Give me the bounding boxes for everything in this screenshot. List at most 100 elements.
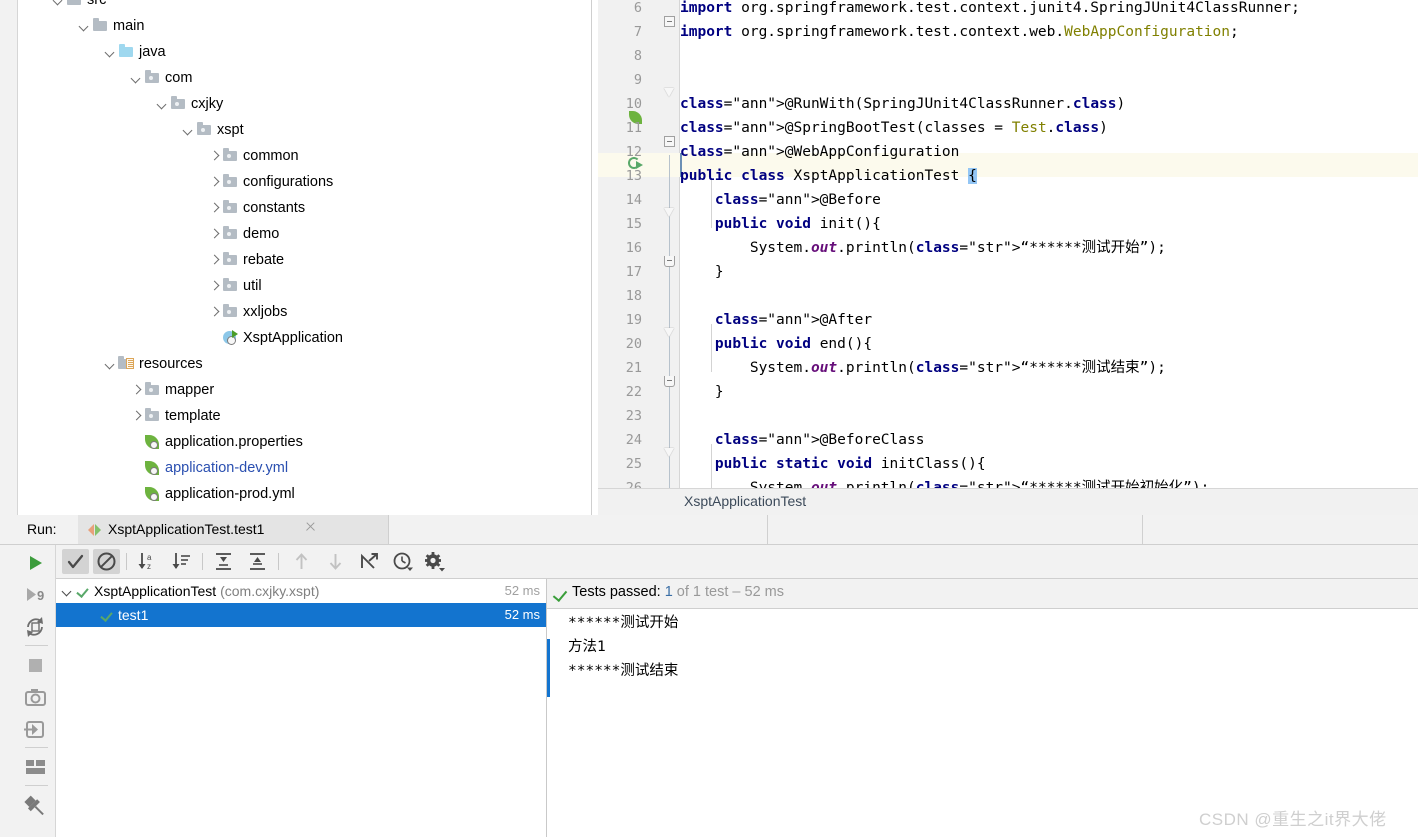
tree-item-resources[interactable]: resources xyxy=(18,351,577,377)
tree-item-cxjky[interactable]: cxjky xyxy=(18,91,577,117)
fold-marker-icon[interactable] xyxy=(664,256,675,267)
editor-fold-markers[interactable] xyxy=(658,0,680,488)
pin-tab-icon[interactable] xyxy=(18,791,55,823)
editor-code-line[interactable]: class="ann">@SpringBootTest(classes = Te… xyxy=(680,116,1418,140)
sort-by-duration-button[interactable] xyxy=(168,549,195,574)
editor-code-line[interactable] xyxy=(680,44,1418,68)
tree-item-configurations[interactable]: configurations xyxy=(18,169,577,195)
editor-code-line[interactable]: class="ann">@After xyxy=(680,308,1418,332)
chevron-right-icon[interactable] xyxy=(130,377,144,403)
fold-marker-icon[interactable] xyxy=(664,16,675,27)
editor-code-line[interactable]: import org.springframework.test.context.… xyxy=(680,0,1418,20)
editor-code-line[interactable] xyxy=(680,404,1418,428)
chevron-down-icon[interactable] xyxy=(52,0,66,13)
open-source-button[interactable] xyxy=(356,549,383,574)
editor-code-line[interactable]: public void init(){ xyxy=(680,212,1418,236)
tree-item-application-properties[interactable]: application.properties xyxy=(18,429,577,455)
test-tree-row[interactable]: test1 52 ms xyxy=(56,603,546,627)
show-passed-tests-button[interactable] xyxy=(62,549,89,574)
editor-code-line[interactable]: public void end(){ xyxy=(680,332,1418,356)
editor-code-line[interactable]: import org.springframework.test.context.… xyxy=(680,20,1418,44)
sort-alphabetically-button[interactable]: a z xyxy=(134,549,161,574)
fold-marker-icon[interactable] xyxy=(664,328,675,339)
rerun-button[interactable] xyxy=(18,547,55,579)
tree-item-rebate[interactable]: rebate xyxy=(18,247,577,273)
chevron-right-icon[interactable] xyxy=(208,273,222,299)
export-test-results-icon[interactable] xyxy=(18,681,55,713)
editor-code-line[interactable]: class="ann">@Before xyxy=(680,188,1418,212)
tree-item-mapper[interactable]: mapper xyxy=(18,377,577,403)
fold-marker-icon[interactable] xyxy=(664,376,675,387)
fold-marker-icon[interactable] xyxy=(664,88,675,99)
editor-code-line[interactable] xyxy=(680,284,1418,308)
editor-code-line[interactable]: System.out.println(class="str">“******测试… xyxy=(680,236,1418,260)
next-failed-test-button[interactable] xyxy=(322,549,349,574)
run-configuration-tab[interactable]: XsptApplicationTest.test1 xyxy=(78,515,389,544)
gear-icon[interactable] xyxy=(420,549,447,574)
console-output[interactable]: ******测试开始 方法1 ******测试结束 xyxy=(547,609,1418,837)
breadcrumb-class[interactable]: XsptApplicationTest xyxy=(684,493,806,509)
editor-code-line[interactable]: class="ann">@WebAppConfiguration xyxy=(680,140,1418,164)
tree-item-java[interactable]: java xyxy=(18,39,577,65)
chevron-down-icon[interactable] xyxy=(156,91,170,117)
chevron-right-icon[interactable] xyxy=(208,143,222,169)
tree-item-demo[interactable]: demo xyxy=(18,221,577,247)
editor-code-line[interactable]: System.out.println(class="str">“******测试… xyxy=(680,356,1418,380)
project-tree-scrollbar-track[interactable] xyxy=(578,0,1167,515)
editor-code-line[interactable]: class="ann">@BeforeClass xyxy=(680,428,1418,452)
tree-item-template[interactable]: template xyxy=(18,403,577,429)
editor-breadcrumb-bar[interactable]: XsptApplicationTest xyxy=(598,488,1418,517)
layout-settings-icon[interactable] xyxy=(18,751,55,783)
tree-item-main[interactable]: main xyxy=(18,13,577,39)
import-test-results-icon[interactable] xyxy=(18,713,55,745)
test-tree-row[interactable]: XsptApplicationTest (com.cxjky.xspt) 52 m… xyxy=(56,579,546,603)
tree-item-util[interactable]: util xyxy=(18,273,577,299)
stop-button[interactable] xyxy=(18,649,55,681)
editor-code-line[interactable]: class="ann">@RunWith(SpringJUnit4ClassRu… xyxy=(680,92,1418,116)
tree-item-xspt[interactable]: xspt xyxy=(18,117,577,143)
tree-item-application-dev-yml[interactable]: application-dev.yml xyxy=(18,455,577,481)
project-tree[interactable]: src main java com cxjky xspt common configurati… xyxy=(18,0,577,515)
previous-failed-test-button[interactable] xyxy=(288,549,315,574)
chevron-down-icon[interactable] xyxy=(182,117,196,143)
test-console[interactable]: Tests passed: 1 of 1 test – 52 ms ******… xyxy=(547,579,1418,837)
chevron-down-icon[interactable] xyxy=(78,13,92,39)
toggle-auto-test-button[interactable] xyxy=(18,611,55,643)
editor-code-line[interactable] xyxy=(680,68,1418,92)
rerun-failed-tests-button[interactable]: 9 xyxy=(18,579,55,611)
chevron-down-icon[interactable] xyxy=(130,65,144,91)
chevron-right-icon[interactable] xyxy=(208,299,222,325)
chevron-right-icon[interactable] xyxy=(208,247,222,273)
editor-code-line[interactable]: } xyxy=(680,260,1418,284)
tree-item-xxljobs[interactable]: xxljobs xyxy=(18,299,577,325)
fold-marker-icon[interactable] xyxy=(664,136,675,147)
fold-marker-icon[interactable] xyxy=(664,448,675,459)
chevron-right-icon[interactable] xyxy=(208,169,222,195)
chevron-right-icon[interactable] xyxy=(208,221,222,247)
expand-all-button[interactable] xyxy=(210,549,237,574)
chevron-down-icon[interactable] xyxy=(104,39,118,65)
editor-code-line[interactable]: public static void initClass(){ xyxy=(680,452,1418,476)
show-ignored-tests-button[interactable] xyxy=(93,549,120,574)
editor-code-line[interactable]: public class XsptApplicationTest { xyxy=(680,164,1418,188)
test-results-tree[interactable]: XsptApplicationTest (com.cxjky.xspt) 52 m… xyxy=(56,579,546,837)
tree-item-application-prod-yml[interactable]: application-prod.yml xyxy=(18,481,577,507)
editor-code-line[interactable]: System.out.println(class="str">“******测试… xyxy=(680,476,1418,488)
chevron-down-icon[interactable] xyxy=(60,579,76,603)
tree-item-com[interactable]: com xyxy=(18,65,577,91)
tree-item-common[interactable]: common xyxy=(18,143,577,169)
tree-item-xsptapplication[interactable]: XsptApplication xyxy=(18,325,577,351)
code-editor[interactable]: 6 7 8 9 10 11 12 13 14 15 16 17 18 19 20 21 22 23 24 25 26 i… xyxy=(598,0,1418,488)
ide-window: src main java com cxjky xspt common configurati… xyxy=(0,0,1418,837)
test-history-button[interactable] xyxy=(389,549,416,574)
close-icon[interactable] xyxy=(304,520,318,534)
tree-item-src[interactable]: src xyxy=(18,0,577,13)
editor-code-area[interactable]: import org.springframework.test.context.… xyxy=(680,0,1418,488)
editor-code-line[interactable]: } xyxy=(680,380,1418,404)
chevron-right-icon[interactable] xyxy=(130,403,144,429)
chevron-right-icon[interactable] xyxy=(208,195,222,221)
fold-marker-icon[interactable] xyxy=(664,208,675,219)
tree-item-constants[interactable]: constants xyxy=(18,195,577,221)
chevron-down-icon[interactable] xyxy=(104,351,118,377)
collapse-all-button[interactable] xyxy=(244,549,271,574)
